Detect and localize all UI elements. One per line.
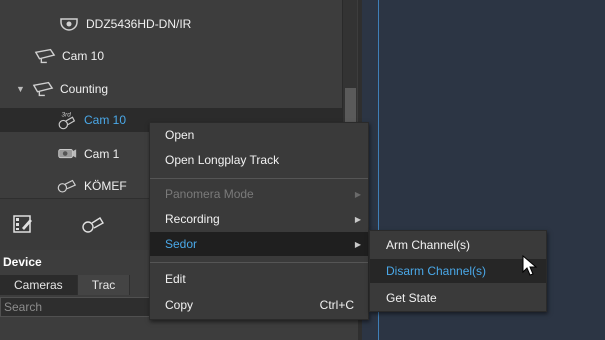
menu-separator (150, 262, 368, 263)
menu-item-label: Recording (165, 212, 220, 226)
svg-text:3rd: 3rd (62, 111, 72, 118)
box-camera-icon (34, 47, 56, 65)
device-panel-title: Device (3, 255, 42, 269)
camera-icon (56, 177, 78, 195)
menu-item-label: Get State (386, 291, 437, 305)
dome-camera-icon (58, 15, 80, 33)
tree-item-label: DDZ5436HD-DN/IR (86, 17, 192, 31)
menu-item-panomera-mode: Panomera Mode ▶ (150, 182, 368, 206)
mouse-cursor-icon (522, 255, 538, 276)
box-camera-icon (32, 80, 54, 98)
search-input[interactable] (0, 297, 150, 317)
camera-3rd-icon: 3rd (56, 111, 78, 130)
camera-icon (56, 145, 78, 163)
menu-item-label: Copy (165, 298, 194, 312)
menu-shortcut: Ctrl+C (319, 298, 354, 312)
menu-item-copy[interactable]: Copy Ctrl+C (150, 293, 368, 317)
menu-item-label: Open Longplay Track (165, 153, 280, 167)
submenu-arrow-icon: ▶ (354, 239, 361, 249)
menu-item-arm-channels[interactable]: Arm Channel(s) (370, 233, 546, 257)
sedor-submenu: Arm Channel(s) Disarm Channel(s) Get Sta… (369, 230, 547, 312)
menu-item-label: Edit (165, 272, 186, 286)
tree-item-label: Cam 10 (62, 49, 105, 63)
menu-item-label: Sedor (165, 237, 198, 251)
menu-item-get-state[interactable]: Get State (370, 286, 546, 310)
tree-item-label: Counting (60, 82, 109, 96)
menu-item-label: Panomera Mode (165, 187, 254, 201)
menu-item-open-longplay-track[interactable]: Open Longplay Track (150, 148, 368, 172)
menu-item-edit[interactable]: Edit (150, 267, 368, 291)
submenu-arrow-icon: ▶ (354, 189, 361, 199)
tree-item-label: KÖMEF (84, 179, 127, 193)
menu-item-label: Open (165, 128, 195, 142)
menu-item-label: Arm Channel(s) (386, 238, 471, 252)
context-menu: Open Open Longplay Track Panomera Mode ▶… (149, 122, 369, 320)
tree-item-cam-1[interactable]: Cam 1 (56, 142, 119, 166)
tree-item-cam-10[interactable]: Cam 10 (34, 44, 104, 68)
menu-item-disarm-channels[interactable]: Disarm Channel(s) (370, 259, 546, 283)
menu-item-label: Disarm Channel(s) (386, 264, 487, 278)
tree-item-ddz5436hd[interactable]: DDZ5436HD-DN/IR (58, 12, 191, 36)
tree-item-counting[interactable]: ▼ Counting (16, 77, 108, 101)
tree-item-label: Cam 10 (84, 113, 127, 127)
device-tabs: Cameras Trac (0, 275, 131, 295)
tab-cameras[interactable]: Cameras (0, 275, 78, 295)
expand-arrow-icon[interactable]: ▼ (16, 84, 28, 94)
camera-tool-icon[interactable] (80, 213, 104, 235)
tab-tracks[interactable]: Trac (77, 275, 131, 295)
tree-item-label: Cam 1 (84, 147, 120, 161)
menu-item-sedor[interactable]: Sedor ▶ (150, 232, 368, 256)
film-edit-icon[interactable] (12, 213, 36, 235)
submenu-arrow-icon: ▶ (354, 214, 361, 224)
menu-separator (150, 178, 368, 179)
menu-item-recording[interactable]: Recording ▶ (150, 207, 368, 231)
tree-item-komef[interactable]: KÖMEF (56, 174, 127, 198)
menu-item-open[interactable]: Open (150, 123, 368, 147)
